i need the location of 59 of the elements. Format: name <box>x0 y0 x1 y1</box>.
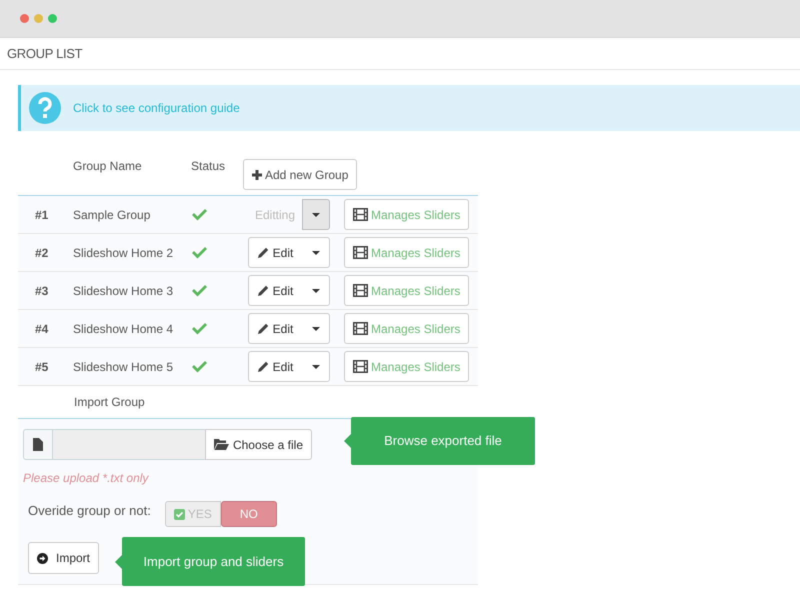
group-name: Slideshow Home 2 <box>73 244 174 262</box>
caret-icon <box>312 326 320 330</box>
column-header: Status <box>191 158 226 175</box>
row-number: #2 <box>34 244 50 262</box>
arrow-circle-icon <box>37 552 48 564</box>
dropdown-button[interactable] <box>302 237 330 268</box>
edit-button[interactable]: Edit <box>248 313 302 344</box>
manage-sliders-button[interactable]: Manages Sliders <box>344 237 470 268</box>
caret-icon <box>312 288 320 292</box>
file-icon <box>23 429 53 460</box>
dropdown-button[interactable] <box>302 313 330 344</box>
caret-icon <box>312 364 320 368</box>
film-icon <box>353 284 368 297</box>
group-name: Slideshow Home 4 <box>73 320 174 338</box>
manage-sliders-button[interactable]: Manages Sliders <box>344 313 470 344</box>
checkbox-icon <box>174 508 185 520</box>
edit-button[interactable]: Edit <box>248 237 302 268</box>
pencil-icon <box>258 285 269 296</box>
folder-icon <box>214 439 229 450</box>
file-path-field[interactable] <box>53 429 205 460</box>
choose-file-button[interactable]: Choose a file <box>204 429 312 460</box>
film-icon <box>353 322 368 335</box>
edit-button[interactable]: Edit <box>248 275 302 306</box>
edit-button[interactable]: Edit <box>248 351 302 382</box>
override-label: Overide group or not: <box>28 502 151 520</box>
toggle-option[interactable]: NO <box>220 501 277 527</box>
pencil-icon <box>258 323 269 334</box>
manage-sliders-button[interactable]: Manages Sliders <box>344 275 470 306</box>
dropdown-button[interactable] <box>302 275 330 306</box>
section-heading: Import Group <box>74 394 145 411</box>
dropdown-button[interactable] <box>302 351 330 382</box>
caret-icon <box>312 250 320 254</box>
import-button[interactable]: Import <box>28 542 100 574</box>
row-number: #3 <box>34 282 50 300</box>
plus-icon <box>252 170 262 180</box>
row-number: #4 <box>34 320 50 338</box>
film-icon <box>353 360 368 373</box>
help-icon <box>29 92 61 124</box>
callout: Import group and sliders <box>122 537 305 586</box>
pencil-icon <box>258 361 269 372</box>
manage-sliders-button[interactable]: Manages Sliders <box>344 199 470 230</box>
caret-icon <box>312 212 320 216</box>
guide-link[interactable]: Click to see configuration guide <box>73 99 240 117</box>
group-name: Slideshow Home 5 <box>73 358 174 376</box>
column-header: Group Name <box>73 158 143 175</box>
group-name: Slideshow Home 3 <box>73 282 174 300</box>
hint-text: Please upload *.txt only <box>23 470 150 487</box>
edit-button[interactable]: Editting <box>248 199 302 230</box>
page-title: GROUP LIST <box>7 44 82 63</box>
film-icon <box>353 246 368 259</box>
film-icon <box>353 208 368 221</box>
dropdown-button[interactable] <box>302 199 330 230</box>
row-number: #1 <box>34 206 50 224</box>
add-group-button[interactable]: Add new Group <box>243 159 358 190</box>
callout: Browse exported file <box>351 417 535 465</box>
pencil-icon <box>258 247 269 258</box>
group-name: Sample Group <box>73 206 152 224</box>
row-number: #5 <box>34 358 50 376</box>
manage-sliders-button[interactable]: Manages Sliders <box>344 351 470 382</box>
